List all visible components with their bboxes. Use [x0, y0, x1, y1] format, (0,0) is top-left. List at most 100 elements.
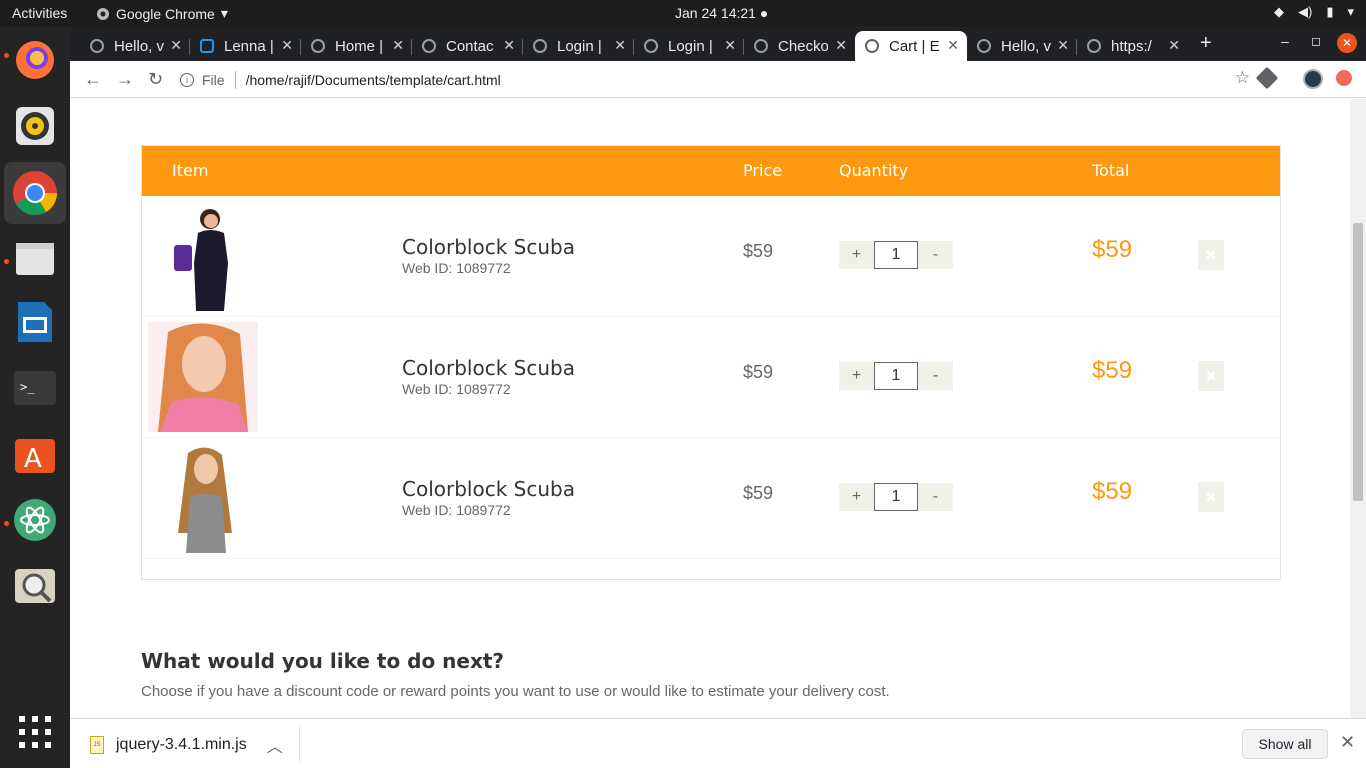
info-icon[interactable]: i — [180, 72, 194, 87]
tab-title: Contac — [446, 37, 494, 55]
tab[interactable]: Login | ✕ — [523, 31, 634, 61]
tab[interactable]: https:/ ✕ — [1077, 31, 1188, 61]
forward-icon[interactable]: → — [116, 69, 134, 90]
download-item[interactable]: JS jquery-3.4.1.min.js ︿ — [90, 733, 283, 757]
extension-icon[interactable] — [1255, 66, 1279, 90]
quantity-plus-button[interactable]: + — [839, 241, 874, 269]
system-tray[interactable]: ◆ ◀) ▮ ▾ — [1274, 4, 1354, 20]
quantity-plus-button[interactable]: + — [839, 362, 874, 390]
quantity-input[interactable]: 1 — [874, 483, 918, 511]
close-icon[interactable]: ✕ — [170, 37, 182, 54]
globe-icon — [90, 39, 104, 53]
image-viewer-icon[interactable] — [12, 563, 58, 609]
activities-button[interactable]: Activities — [12, 5, 67, 21]
chevron-down-icon: ▾ — [220, 5, 228, 21]
browser-toolbar: ← → ↻ i File /home/rajif/Documents/templ… — [70, 61, 1366, 98]
tab[interactable]: Login | ✕ — [634, 31, 744, 61]
quantity-minus-button[interactable]: - — [918, 241, 953, 269]
bookmark-star-icon[interactable]: ☆ — [1235, 68, 1250, 88]
tab[interactable]: Lenna | ✕ — [190, 31, 301, 61]
minimize-icon[interactable]: – — [1281, 33, 1289, 49]
quantity-plus-button[interactable]: + — [839, 483, 874, 511]
product-image[interactable] — [148, 201, 258, 311]
system-top-bar: Activities Google Chrome ▾ Jan 24 14:21 … — [0, 0, 1366, 27]
chevron-up-icon[interactable]: ︿ — [267, 733, 283, 757]
remove-item-button[interactable]: ✖ — [1198, 240, 1224, 270]
running-indicator — [4, 53, 9, 58]
close-icon[interactable]: ✕ — [503, 37, 515, 54]
tab-title: Login | — [557, 37, 602, 55]
quantity-input[interactable]: 1 — [874, 241, 918, 269]
globe-icon — [644, 39, 658, 53]
remove-item-button[interactable]: ✖ — [1198, 482, 1224, 512]
close-icon[interactable]: ✕ — [1168, 37, 1180, 54]
rhythmbox-icon[interactable] — [12, 103, 58, 149]
divider — [299, 727, 300, 761]
url-text[interactable]: /home/rajif/Documents/template/cart.html — [246, 72, 501, 88]
close-icon[interactable]: ✕ — [835, 37, 847, 54]
close-icon[interactable]: ✕ — [1340, 732, 1355, 753]
close-icon[interactable]: ✕ — [392, 37, 404, 54]
cart-header-row: Item Price Quantity Total — [142, 146, 1280, 196]
product-price: $59 — [743, 483, 774, 503]
tab-title: Checko — [778, 37, 828, 55]
cart-table: Item Price Quantity Total Colorblock Scu… — [141, 145, 1281, 580]
firefox-icon[interactable] — [12, 37, 58, 83]
product-price: $59 — [743, 362, 774, 382]
terminal-icon[interactable]: >_ — [12, 365, 58, 411]
tab-title: Home | — [335, 37, 384, 55]
address-bar[interactable]: i File /home/rajif/Documents/template/ca… — [180, 65, 1250, 94]
product-name[interactable]: Colorblock Scuba — [402, 356, 575, 380]
tab[interactable]: Checko ✕ — [744, 31, 855, 61]
globe-icon — [422, 39, 436, 53]
tab[interactable]: Home | ✕ — [301, 31, 412, 61]
back-icon[interactable]: ← — [84, 69, 102, 90]
dock: >_ A — [0, 27, 70, 768]
quantity-stepper: + 1 - — [839, 362, 953, 390]
tab-title: Cart | E — [889, 37, 939, 55]
software-center-icon[interactable]: A — [12, 431, 58, 477]
lenna-icon — [200, 39, 214, 53]
close-icon[interactable]: ✕ — [947, 37, 959, 54]
tab-title: Hello, v — [114, 37, 164, 55]
globe-icon — [865, 39, 879, 53]
product-image[interactable] — [148, 443, 258, 553]
maximize-icon[interactable]: ◻ — [1311, 34, 1321, 48]
quantity-minus-button[interactable]: - — [918, 362, 953, 390]
tab-active[interactable]: Cart | E ✕ — [855, 31, 967, 61]
js-file-icon: JS — [90, 736, 104, 754]
cart-row: Colorblock Scuba Web ID: 1089772 $59 + 1… — [142, 438, 1280, 559]
scrollbar-thumb[interactable] — [1353, 223, 1363, 501]
libreoffice-impress-icon[interactable] — [12, 299, 58, 345]
show-all-button[interactable]: Show all — [1242, 729, 1328, 759]
extension-badge-icon[interactable] — [1336, 70, 1352, 86]
close-icon: ✖ — [1205, 488, 1217, 505]
close-icon: ✖ — [1205, 246, 1217, 263]
tab[interactable]: Hello, v ✕ — [80, 31, 190, 61]
remove-item-button[interactable]: ✖ — [1198, 361, 1224, 391]
new-tab-button[interactable]: + — [1200, 32, 1212, 55]
close-icon[interactable]: ✕ — [281, 37, 293, 54]
show-applications-icon[interactable] — [12, 709, 58, 755]
files-icon[interactable] — [12, 235, 58, 281]
window-close-icon[interactable]: ✕ — [1337, 33, 1357, 53]
scrollbar[interactable] — [1350, 99, 1366, 745]
chrome-icon[interactable] — [4, 162, 66, 224]
tab[interactable]: Contac ✕ — [412, 31, 523, 61]
quantity-input[interactable]: 1 — [874, 362, 918, 390]
atom-icon[interactable] — [12, 497, 58, 543]
app-menu[interactable]: Google Chrome ▾ — [96, 5, 228, 22]
clock[interactable]: Jan 24 14:21 ● — [675, 5, 768, 21]
product-webid: Web ID: 1089772 — [402, 502, 511, 518]
product-image[interactable] — [148, 322, 258, 432]
product-name[interactable]: Colorblock Scuba — [402, 235, 575, 259]
profile-avatar[interactable] — [1303, 69, 1323, 89]
globe-icon — [754, 39, 768, 53]
close-icon[interactable]: ✕ — [724, 37, 736, 54]
tab[interactable]: Hello, v ✕ — [967, 31, 1077, 61]
product-name[interactable]: Colorblock Scuba — [402, 477, 575, 501]
close-icon[interactable]: ✕ — [1057, 37, 1069, 54]
quantity-minus-button[interactable]: - — [918, 483, 953, 511]
reload-icon[interactable]: ↻ — [148, 69, 163, 90]
close-icon[interactable]: ✕ — [614, 37, 626, 54]
